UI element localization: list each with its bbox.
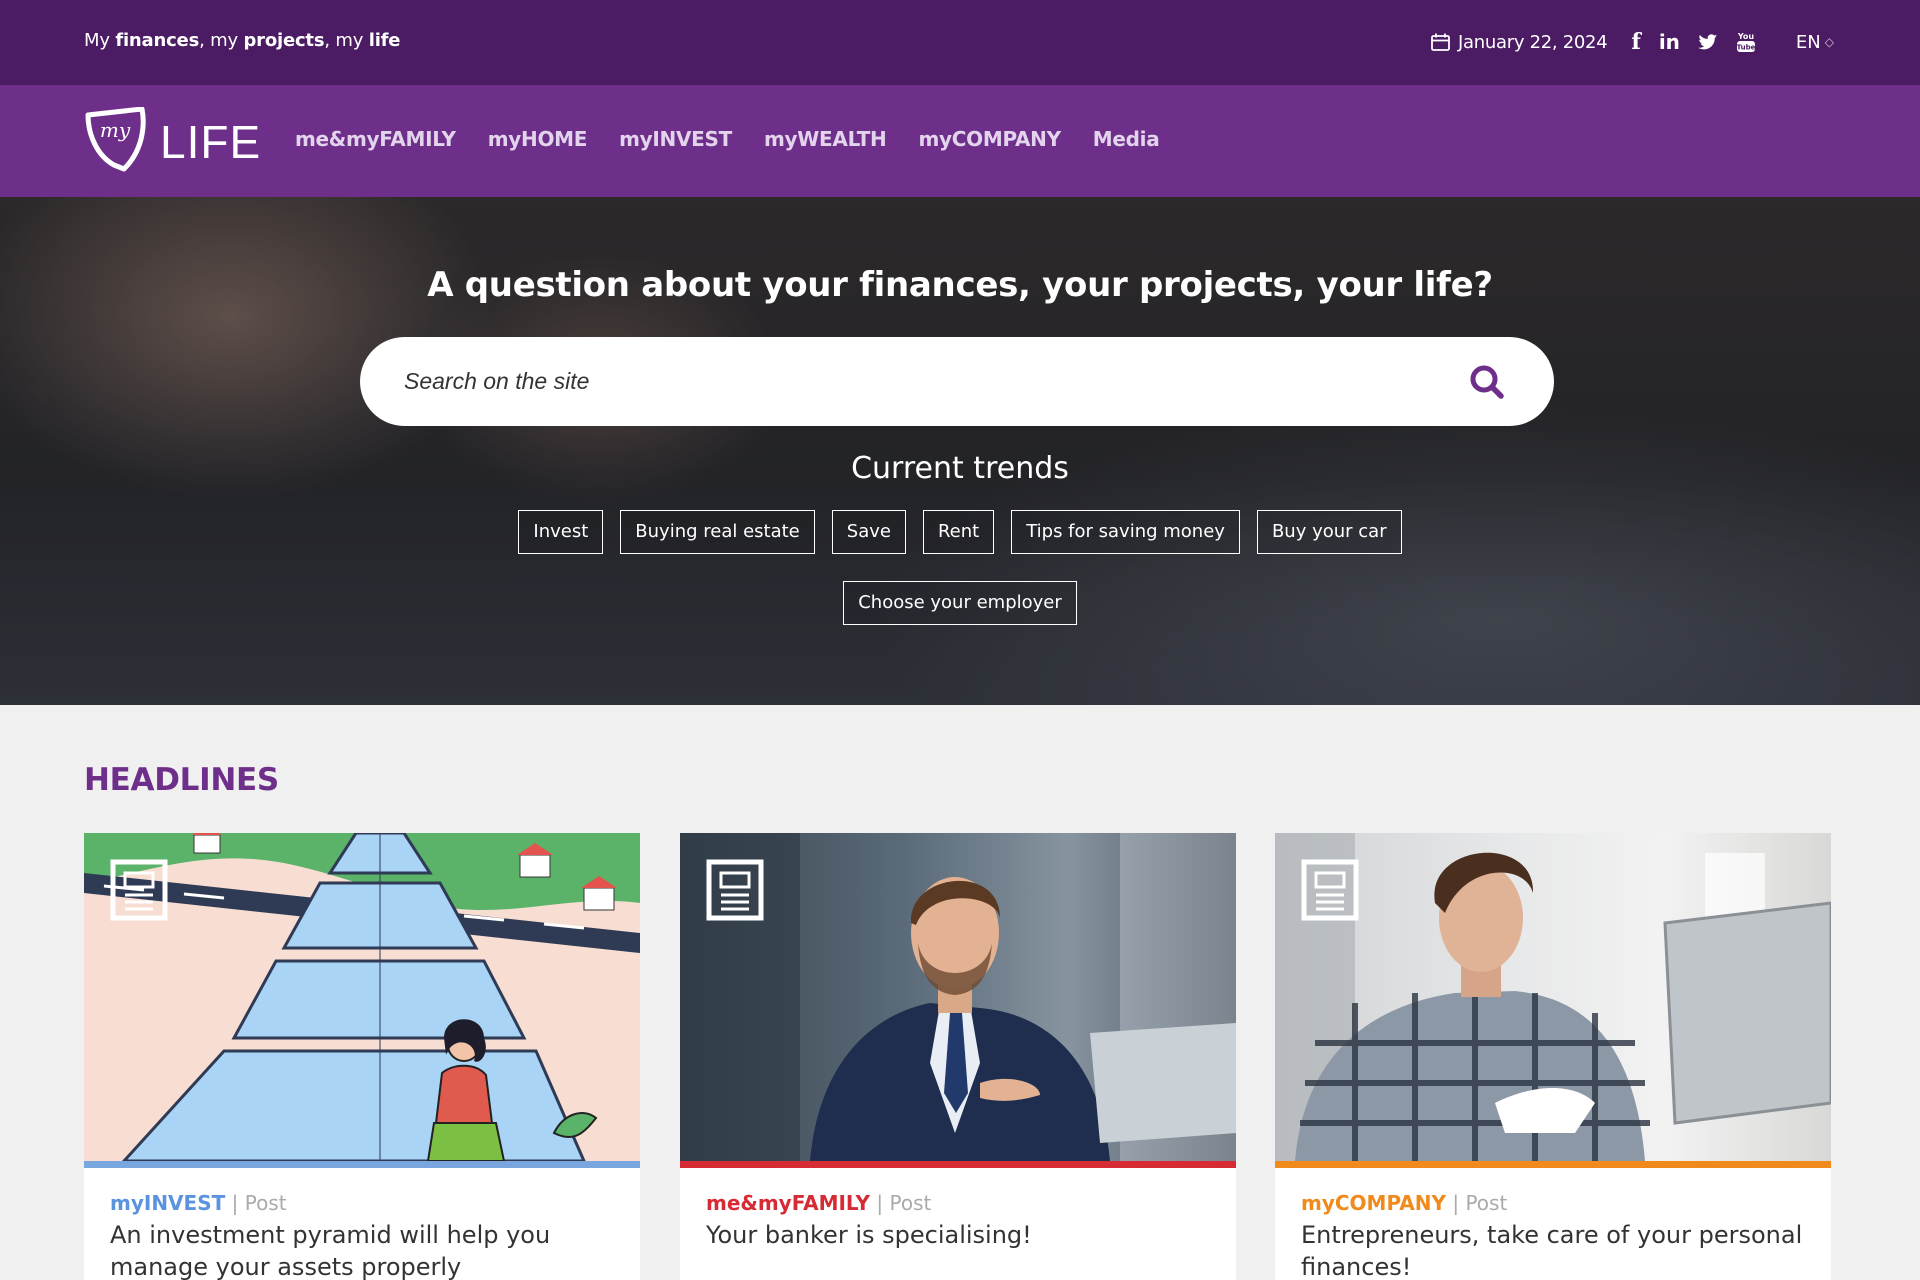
search-bar [360, 337, 1554, 426]
card-image-investment-pyramid [84, 833, 640, 1161]
article-icon [1301, 859, 1359, 921]
card-meta: myINVEST | Post [110, 1191, 614, 1215]
nav-links: me&myFAMILY myHOME myINVEST myWEALTH myC… [295, 127, 1160, 151]
trend-tags-row-2: Choose your employer [0, 581, 1920, 625]
twitter-icon[interactable] [1697, 31, 1718, 53]
hero-search-section: A question about your finances, your pro… [0, 197, 1920, 705]
social-links: f in You Tube [1631, 29, 1756, 55]
svg-text:Tube: Tube [1737, 44, 1756, 52]
headline-card[interactable]: me&myFAMILY | Post Your banker is specia… [680, 833, 1236, 1280]
site-tagline: My finances, my projects, my life [84, 30, 401, 51]
calendar-icon [1431, 33, 1450, 51]
trend-tag-choose-employer[interactable]: Choose your employer [843, 581, 1077, 625]
card-category[interactable]: myINVEST [110, 1191, 225, 1215]
search-input[interactable] [404, 359, 1404, 403]
trend-tag-tips-saving-money[interactable]: Tips for saving money [1011, 510, 1240, 554]
meta-separator: | [876, 1191, 890, 1215]
card-type: Post [889, 1191, 932, 1215]
facebook-icon[interactable]: f [1631, 29, 1640, 55]
hero-title: A question about your finances, your pro… [427, 265, 1493, 305]
logo-text: LIFE [160, 116, 262, 168]
card-title[interactable]: Entrepreneurs, take care of your persona… [1301, 1219, 1805, 1280]
meta-separator: | [231, 1191, 245, 1215]
nav-item-media[interactable]: Media [1093, 127, 1160, 151]
top-bar-right: January 22, 2024 f in You Tube EN ◇ [1431, 28, 1834, 56]
search-button[interactable] [1466, 361, 1508, 403]
language-label: EN [1795, 31, 1821, 53]
card-image-entrepreneur [1275, 833, 1831, 1161]
trends-title: Current trends [851, 451, 1069, 486]
linkedin-icon[interactable]: in [1659, 30, 1680, 54]
trend-tag-buying-real-estate[interactable]: Buying real estate [620, 510, 815, 554]
youtube-icon[interactable]: You Tube [1736, 31, 1756, 53]
site-logo[interactable]: my LIFE [84, 107, 260, 177]
card-body: me&myFAMILY | Post Your banker is specia… [706, 1191, 1210, 1251]
current-date: January 22, 2024 [1458, 31, 1608, 53]
nav-item-me-myfamily[interactable]: me&myFAMILY [295, 127, 456, 151]
nav-item-mycompany[interactable]: myCOMPANY [918, 127, 1061, 151]
svg-text:You: You [1737, 32, 1755, 41]
card-category-bar [84, 1161, 640, 1168]
card-category-bar [680, 1161, 1236, 1168]
card-category[interactable]: me&myFAMILY [706, 1191, 870, 1215]
headline-card[interactable]: myINVEST | Post An investment pyramid wi… [84, 833, 640, 1280]
card-type: Post [244, 1191, 287, 1215]
card-meta: me&myFAMILY | Post [706, 1191, 1210, 1215]
card-body: myINVEST | Post An investment pyramid wi… [110, 1191, 614, 1280]
main-navigation: my LIFE me&myFAMILY myHOME myINVEST myWE… [0, 85, 1920, 197]
nav-item-myinvest[interactable]: myINVEST [619, 127, 732, 151]
headlines-title: HEADLINES [84, 762, 279, 798]
card-title[interactable]: An investment pyramid will help you mana… [110, 1219, 614, 1280]
headline-card[interactable]: myCOMPANY | Post Entrepreneurs, take car… [1275, 833, 1831, 1280]
language-selector[interactable]: EN ◇ [1796, 32, 1834, 53]
search-icon [1470, 365, 1504, 399]
card-body: myCOMPANY | Post Entrepreneurs, take car… [1301, 1191, 1805, 1280]
article-icon [110, 859, 168, 921]
nav-item-myhome[interactable]: myHOME [488, 127, 588, 151]
trend-tags: Invest Buying real estate Save Rent Tips… [0, 510, 1920, 554]
shield-logo-icon: my [85, 107, 146, 172]
trend-tag-invest[interactable]: Invest [518, 510, 604, 554]
meta-separator: | [1452, 1191, 1466, 1215]
svg-text:my: my [100, 118, 131, 142]
trend-tag-buy-your-car[interactable]: Buy your car [1256, 510, 1402, 554]
card-meta: myCOMPANY | Post [1301, 1191, 1805, 1215]
card-image-banker [680, 833, 1236, 1161]
trend-tag-save[interactable]: Save [831, 510, 906, 554]
nav-item-mywealth[interactable]: myWEALTH [764, 127, 887, 151]
card-category-bar [1275, 1161, 1831, 1168]
top-bar: My finances, my projects, my life Januar… [0, 0, 1920, 85]
chevron-updown-icon: ◇ [1824, 35, 1834, 49]
trend-tag-rent[interactable]: Rent [922, 510, 995, 554]
article-icon [706, 859, 764, 921]
card-category[interactable]: myCOMPANY [1301, 1191, 1446, 1215]
card-type: Post [1465, 1191, 1508, 1215]
card-title[interactable]: Your banker is specialising! [706, 1219, 1210, 1251]
